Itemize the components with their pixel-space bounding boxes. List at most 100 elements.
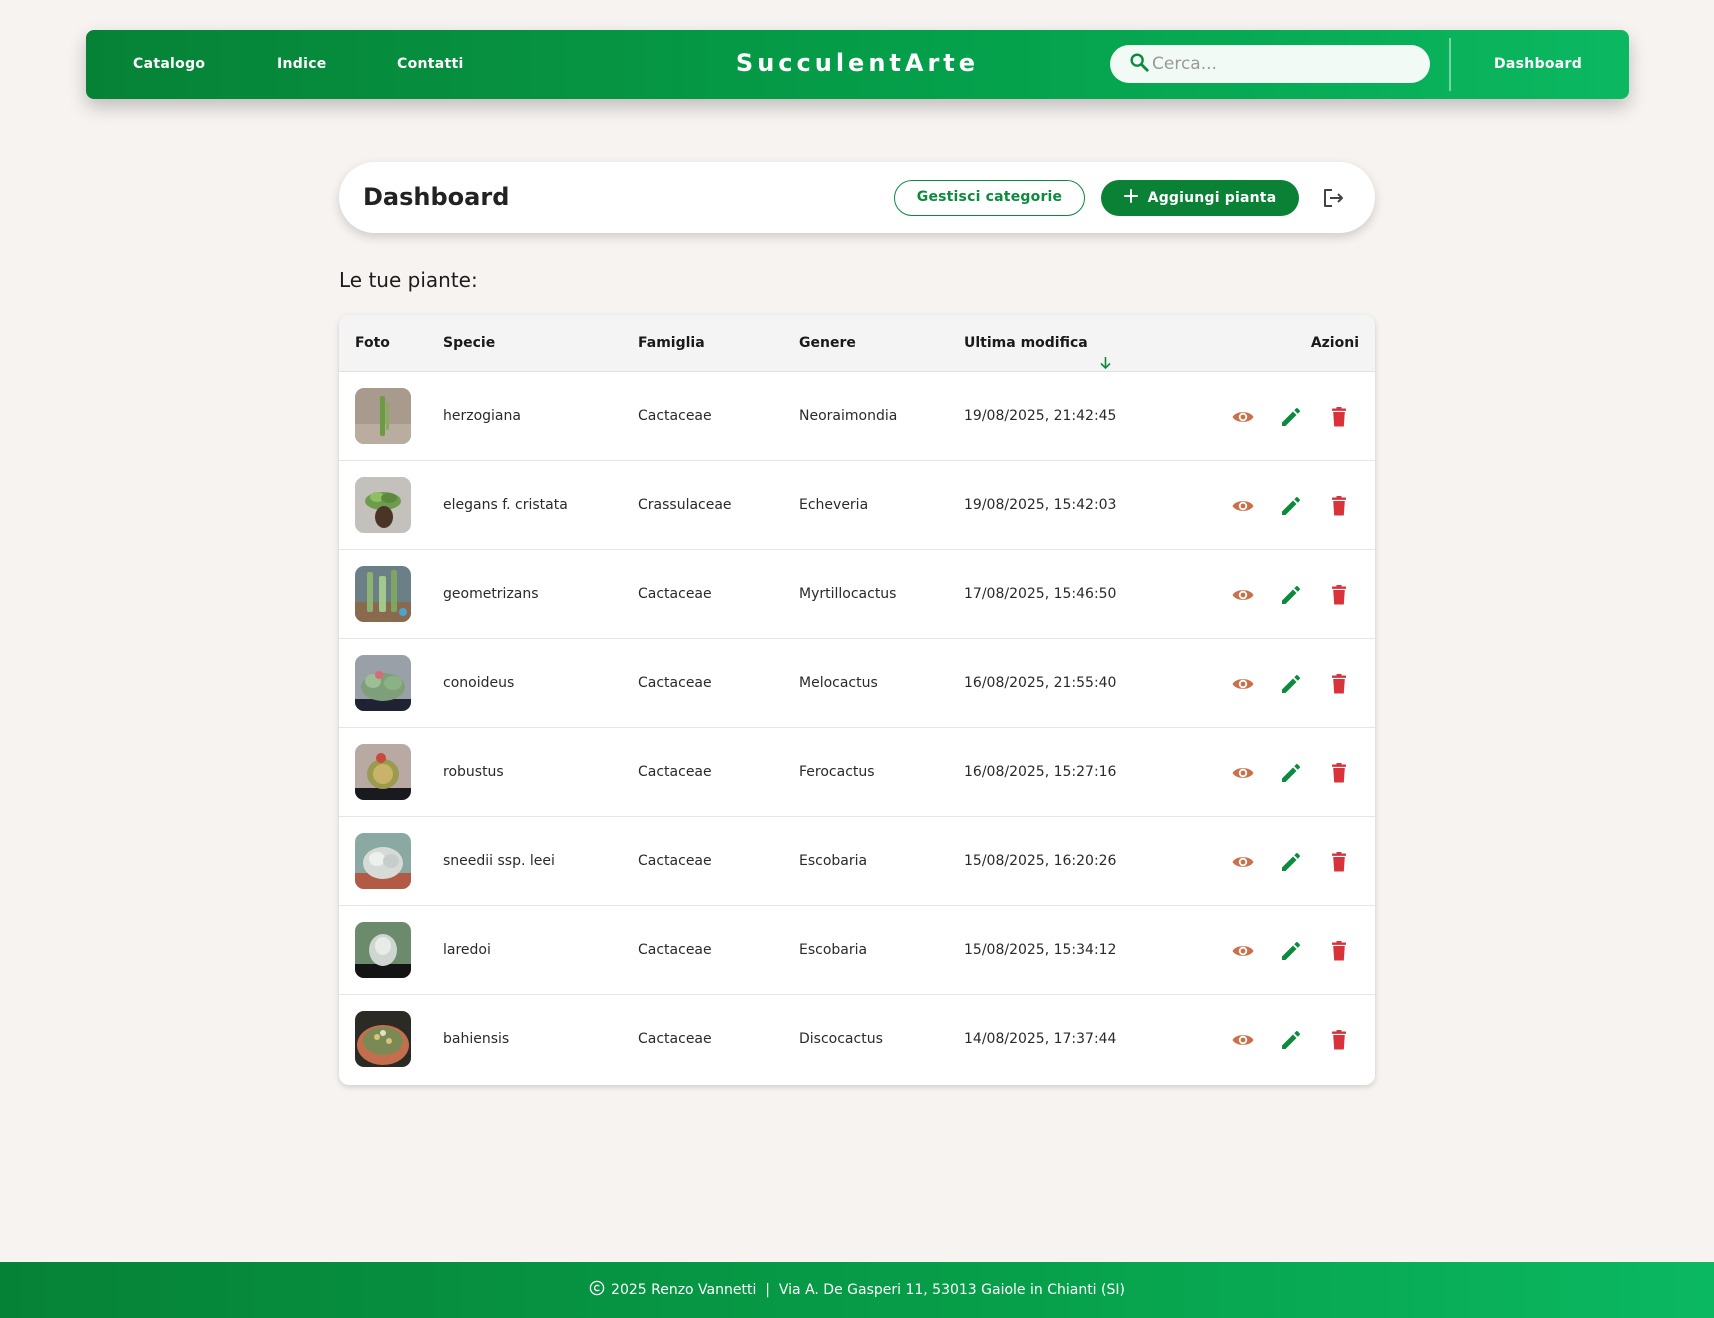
delete-trash-icon[interactable] <box>1327 1028 1351 1052</box>
edit-pencil-icon[interactable] <box>1279 939 1303 963</box>
nav-link-catalogo[interactable]: Catalogo <box>133 30 205 99</box>
plant-thumbnail <box>355 477 411 533</box>
cell-famiglia: Cactaceae <box>638 1031 712 1047</box>
delete-trash-icon[interactable] <box>1327 583 1351 607</box>
plant-thumbnail <box>355 922 411 978</box>
delete-trash-icon[interactable] <box>1327 494 1351 518</box>
page-title: Dashboard <box>363 183 510 211</box>
table-row: geometrizans Cactaceae Myrtillocactus 17/08… <box>339 550 1375 639</box>
add-plant-label: Aggiungi pianta <box>1147 190 1277 206</box>
cell-specie: sneedii ssp. leei <box>443 853 555 869</box>
cell-ultima-modifica: 15/08/2025, 15:34:12 <box>964 942 1117 958</box>
cell-ultima-modifica: 17/08/2025, 15:46:50 <box>964 586 1117 602</box>
copyright-icon <box>589 1280 605 1300</box>
table-row: conoideus Cactaceae Melocactus 16/08/2025, … <box>339 639 1375 728</box>
cell-famiglia: Crassulaceae <box>638 497 732 513</box>
ultima-modifica-label: Ultima modifica <box>964 335 1088 351</box>
column-header-famiglia: Famiglia <box>638 335 705 351</box>
plant-thumbnail <box>355 388 411 444</box>
dashboard-header-card: Dashboard Gestisci categorie Aggiungi pi… <box>339 162 1375 233</box>
table-row: sneedii ssp. leei Cactaceae Escobaria 15/08… <box>339 817 1375 906</box>
cell-specie: robustus <box>443 764 504 780</box>
delete-trash-icon[interactable] <box>1327 850 1351 874</box>
search-box[interactable] <box>1110 45 1430 83</box>
nav-link-contatti[interactable]: Contatti <box>397 30 464 99</box>
delete-trash-icon[interactable] <box>1327 761 1351 785</box>
column-header-genere: Genere <box>799 335 856 351</box>
cell-genere: Discocactus <box>799 1031 883 1047</box>
column-header-foto: Foto <box>355 335 390 351</box>
cell-ultima-modifica: 19/08/2025, 21:42:45 <box>964 408 1117 424</box>
column-header-specie: Specie <box>443 335 496 351</box>
add-plant-button[interactable]: Aggiungi pianta <box>1101 180 1299 216</box>
view-eye-icon[interactable] <box>1231 850 1255 874</box>
cell-specie: elegans f. cristata <box>443 497 568 513</box>
cell-famiglia: Cactaceae <box>638 942 712 958</box>
edit-pencil-icon[interactable] <box>1279 405 1303 429</box>
edit-pencil-icon[interactable] <box>1279 494 1303 518</box>
plants-table: Foto Specie Famiglia Genere Ultima modif… <box>339 315 1375 1085</box>
top-navbar: Catalogo Indice Contatti SucculentArte D… <box>86 30 1629 99</box>
cell-genere: Myrtillocactus <box>799 586 897 602</box>
plant-thumbnail <box>355 1011 411 1067</box>
cell-genere: Neoraimondia <box>799 408 898 424</box>
sort-arrow-down-icon <box>1099 337 1112 369</box>
view-eye-icon[interactable] <box>1231 494 1255 518</box>
edit-pencil-icon[interactable] <box>1279 672 1303 696</box>
table-row: bahiensis Cactaceae Discocactus 14/08/2025,… <box>339 995 1375 1084</box>
cell-genere: Escobaria <box>799 942 868 958</box>
plus-icon <box>1123 189 1138 207</box>
cell-genere: Echeveria <box>799 497 869 513</box>
cell-famiglia: Cactaceae <box>638 853 712 869</box>
delete-trash-icon[interactable] <box>1327 405 1351 429</box>
table-row: laredoi Cactaceae Escobaria 15/08/2025, 15:… <box>339 906 1375 995</box>
nav-link-dashboard[interactable]: Dashboard <box>1494 30 1582 99</box>
nav-link-indice[interactable]: Indice <box>277 30 327 99</box>
view-eye-icon[interactable] <box>1231 405 1255 429</box>
cell-ultima-modifica: 19/08/2025, 15:42:03 <box>964 497 1117 513</box>
cell-specie: conoideus <box>443 675 515 691</box>
cell-specie: herzogiana <box>443 408 521 424</box>
table-row: elegans f. cristata Crassulaceae Echeveria… <box>339 461 1375 550</box>
cell-famiglia: Cactaceae <box>638 408 712 424</box>
edit-pencil-icon[interactable] <box>1279 761 1303 785</box>
footer-text: 2025 Renzo Vannetti | Via A. De Gasperi … <box>611 1282 1125 1298</box>
view-eye-icon[interactable] <box>1231 672 1255 696</box>
column-header-azioni: Azioni <box>1310 335 1359 351</box>
cell-ultima-modifica: 14/08/2025, 17:37:44 <box>964 1031 1117 1047</box>
edit-pencil-icon[interactable] <box>1279 583 1303 607</box>
cell-ultima-modifica: 16/08/2025, 15:27:16 <box>964 764 1117 780</box>
view-eye-icon[interactable] <box>1231 761 1255 785</box>
delete-trash-icon[interactable] <box>1327 939 1351 963</box>
table-header: Foto Specie Famiglia Genere Ultima modif… <box>339 315 1375 372</box>
logout-icon[interactable] <box>1319 184 1347 212</box>
plant-thumbnail <box>355 833 411 889</box>
search-input[interactable] <box>1152 54 1412 74</box>
cell-famiglia: Cactaceae <box>638 586 712 602</box>
table-row: herzogiana Cactaceae Neoraimondia 19/08/202… <box>339 372 1375 461</box>
cell-genere: Escobaria <box>799 853 868 869</box>
plant-thumbnail <box>355 744 411 800</box>
plant-thumbnail <box>355 655 411 711</box>
nav-divider <box>1449 38 1451 91</box>
search-icon <box>1128 51 1150 77</box>
cell-specie: geometrizans <box>443 586 539 602</box>
edit-pencil-icon[interactable] <box>1279 850 1303 874</box>
footer: 2025 Renzo Vannetti | Via A. De Gasperi … <box>0 1262 1714 1318</box>
column-header-ultima-modifica[interactable]: Ultima modifica <box>964 315 1112 372</box>
manage-categories-button[interactable]: Gestisci categorie <box>894 180 1085 216</box>
delete-trash-icon[interactable] <box>1327 672 1351 696</box>
section-label: Le tue piante: <box>339 268 478 292</box>
view-eye-icon[interactable] <box>1231 583 1255 607</box>
cell-famiglia: Cactaceae <box>638 764 712 780</box>
cell-specie: bahiensis <box>443 1031 510 1047</box>
cell-famiglia: Cactaceae <box>638 675 712 691</box>
table-row: robustus Cactaceae Ferocactus 16/08/2025, 1… <box>339 728 1375 817</box>
cell-ultima-modifica: 15/08/2025, 16:20:26 <box>964 853 1117 869</box>
edit-pencil-icon[interactable] <box>1279 1028 1303 1052</box>
cell-specie: laredoi <box>443 942 491 958</box>
cell-genere: Melocactus <box>799 675 878 691</box>
view-eye-icon[interactable] <box>1231 1028 1255 1052</box>
view-eye-icon[interactable] <box>1231 939 1255 963</box>
cell-genere: Ferocactus <box>799 764 875 780</box>
